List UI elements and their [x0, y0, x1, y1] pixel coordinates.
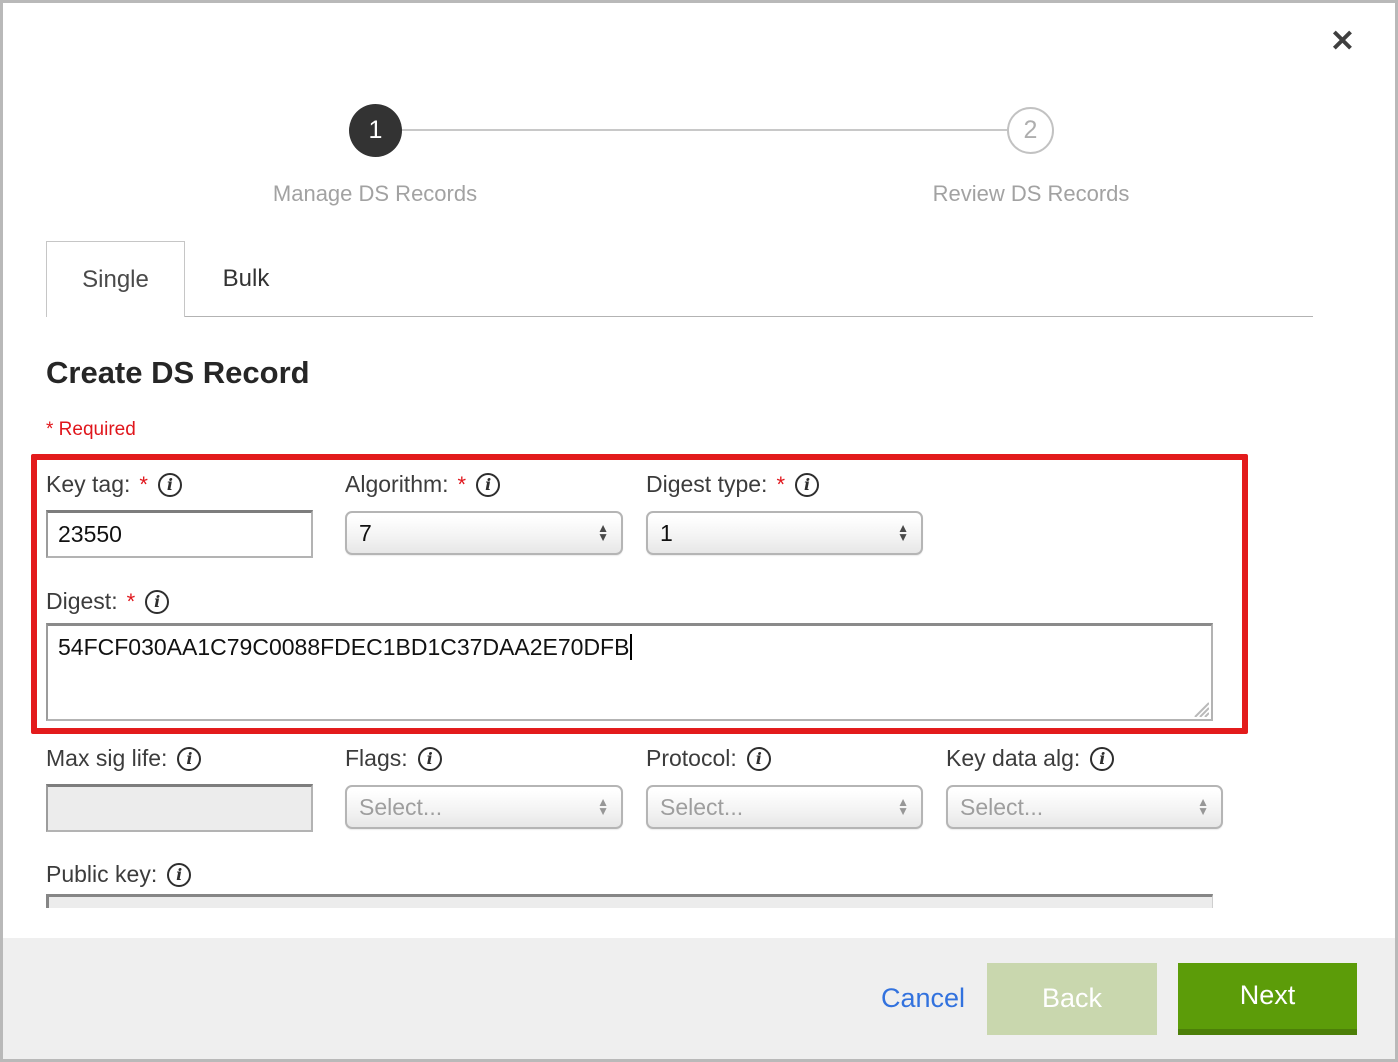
public-key-textarea[interactable]: [46, 894, 1213, 908]
step-2-circle: 2: [1007, 107, 1054, 154]
stepper-connector-line: [401, 129, 1009, 131]
info-icon[interactable]: i: [145, 590, 169, 614]
key-data-alg-select[interactable]: Select... ▲▼: [946, 785, 1223, 829]
required-note: * Required: [46, 419, 136, 441]
key-tag-required-asterisk: *: [139, 472, 148, 498]
protocol-select-value: Select...: [660, 794, 897, 821]
tab-bar: Single Bulk: [46, 241, 1313, 317]
key-tag-input[interactable]: [46, 510, 313, 558]
max-sig-life-input[interactable]: [46, 784, 313, 832]
cancel-button[interactable]: Cancel: [881, 983, 965, 1014]
flags-label: Flags: i: [345, 745, 442, 772]
digest-label-text: Digest:: [46, 588, 118, 615]
key-tag-label: Key tag: * i: [46, 471, 182, 498]
info-icon[interactable]: i: [747, 747, 771, 771]
select-arrows-icon: ▲▼: [1197, 798, 1209, 816]
back-button[interactable]: Back: [987, 963, 1157, 1035]
flags-label-text: Flags:: [345, 745, 408, 772]
tab-single[interactable]: Single: [46, 241, 185, 317]
key-data-alg-label-text: Key data alg:: [946, 745, 1080, 772]
digest-type-label: Digest type: * i: [646, 471, 819, 498]
digest-type-label-text: Digest type:: [646, 471, 767, 498]
public-key-label-text: Public key:: [46, 861, 157, 888]
digest-type-select[interactable]: 1 ▲▼: [646, 511, 923, 555]
protocol-select[interactable]: Select... ▲▼: [646, 785, 923, 829]
flags-select-value: Select...: [359, 794, 597, 821]
tab-bulk[interactable]: Bulk: [186, 241, 306, 317]
max-sig-life-label: Max sig life: i: [46, 745, 201, 772]
digest-type-select-value: 1: [660, 520, 897, 547]
select-arrows-icon: ▲▼: [897, 798, 909, 816]
close-icon[interactable]: ✕: [1330, 27, 1355, 57]
algorithm-select[interactable]: 7 ▲▼: [345, 511, 623, 555]
tab-bar-divider: [185, 316, 1313, 317]
step-1-circle: 1: [349, 104, 402, 157]
info-icon[interactable]: i: [418, 747, 442, 771]
digest-textarea-value: 54FCF030AA1C79C0088FDEC1BD1C37DAA2E70DFB: [58, 634, 629, 660]
algorithm-required-asterisk: *: [458, 472, 467, 498]
key-data-alg-label: Key data alg: i: [946, 745, 1114, 772]
digest-type-required-asterisk: *: [776, 472, 785, 498]
algorithm-select-value: 7: [359, 520, 597, 547]
page-title: Create DS Record: [46, 355, 310, 391]
select-arrows-icon: ▲▼: [597, 524, 609, 542]
create-ds-record-modal: ✕ 1 2 Manage DS Records Review DS Record…: [0, 0, 1398, 1062]
info-icon[interactable]: i: [795, 473, 819, 497]
select-arrows-icon: ▲▼: [597, 798, 609, 816]
info-icon[interactable]: i: [167, 863, 191, 887]
info-icon[interactable]: i: [177, 747, 201, 771]
next-button[interactable]: Next: [1178, 963, 1357, 1035]
info-icon[interactable]: i: [476, 473, 500, 497]
info-icon[interactable]: i: [158, 473, 182, 497]
key-data-alg-select-value: Select...: [960, 794, 1197, 821]
public-key-label: Public key: i: [46, 861, 191, 888]
protocol-label: Protocol: i: [646, 745, 771, 772]
digest-label: Digest: * i: [46, 588, 169, 615]
step-2-label: Review DS Records: [871, 181, 1191, 207]
key-tag-label-text: Key tag:: [46, 471, 130, 498]
max-sig-life-label-text: Max sig life:: [46, 745, 167, 772]
flags-select[interactable]: Select... ▲▼: [345, 785, 623, 829]
select-arrows-icon: ▲▼: [897, 524, 909, 542]
digest-required-asterisk: *: [127, 589, 136, 615]
digest-textarea[interactable]: 54FCF030AA1C79C0088FDEC1BD1C37DAA2E70DFB: [46, 623, 1213, 721]
text-cursor: [630, 634, 632, 660]
protocol-label-text: Protocol:: [646, 745, 737, 772]
algorithm-label: Algorithm: * i: [345, 471, 500, 498]
info-icon[interactable]: i: [1090, 747, 1114, 771]
algorithm-label-text: Algorithm:: [345, 471, 449, 498]
resize-handle-icon[interactable]: [1191, 699, 1209, 717]
step-1-label: Manage DS Records: [215, 181, 535, 207]
modal-footer: Cancel Back Next: [3, 938, 1395, 1059]
